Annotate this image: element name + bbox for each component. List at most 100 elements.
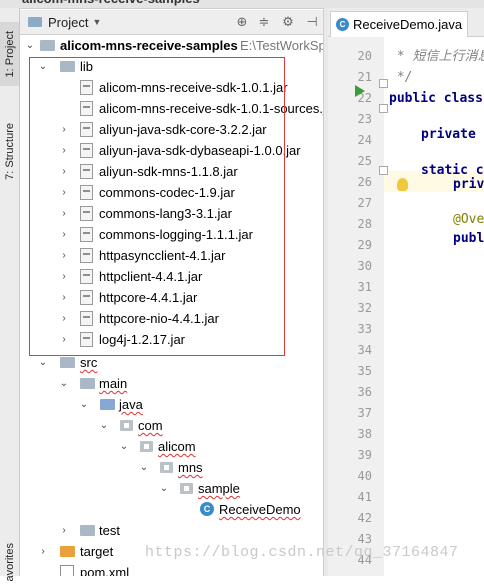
excluded-folder-icon	[60, 546, 75, 557]
jar-icon	[80, 143, 93, 158]
tree-row-jar[interactable]: › aliyun-sdk-mns-1.1.8.jar	[20, 161, 323, 182]
chevron-down-icon[interactable]: ⌄	[78, 394, 90, 415]
tree-row-jar[interactable]: › httpcore-nio-4.4.1.jar	[20, 308, 323, 329]
chevron-right-icon[interactable]: ›	[58, 224, 70, 245]
line-number: 26	[357, 175, 372, 189]
tree-row-jar[interactable]: › httpclient-4.4.1.jar	[20, 266, 323, 287]
jar-label: httpcore-nio-4.4.1.jar	[99, 311, 219, 326]
tree-row-root[interactable]: ⌄ alicom-mns-receive-samples E:\TestWork…	[20, 35, 323, 56]
chevron-down-icon[interactable]: ⌄	[158, 478, 170, 499]
tree-row-package[interactable]: ⌄ com	[20, 415, 323, 436]
chevron-down-icon[interactable]: ⌄	[118, 436, 130, 457]
fold-marker-icon[interactable]	[379, 104, 388, 113]
chevron-down-icon[interactable]: ⌄	[58, 373, 70, 394]
tree-row-class[interactable]: C ReceiveDemo	[20, 499, 323, 520]
favorites-tool-tab-label: avorites	[3, 542, 16, 582]
project-tool-tab[interactable]: 1: Project	[0, 22, 19, 86]
project-view-selector[interactable]: Project	[48, 15, 88, 30]
jar-icon	[80, 164, 93, 179]
chevron-right-icon[interactable]: ›	[58, 182, 70, 203]
project-folder-icon	[28, 17, 42, 27]
lib-folder-label: lib	[80, 59, 94, 74]
jar-icon	[80, 311, 93, 326]
line-number: 32	[357, 301, 372, 315]
line-number: 41	[357, 490, 372, 504]
code-line-27: priv	[453, 177, 484, 192]
chevron-down-icon[interactable]: ⌄	[98, 415, 110, 436]
fold-marker-icon[interactable]	[379, 79, 388, 88]
tree-row-pom[interactable]: pom.xml	[20, 562, 323, 576]
project-panel-header: Project ▼ ⊕ ≑ ⚙ ⊣	[20, 10, 323, 35]
jar-label: aliyun-java-sdk-dybaseapi-1.0.0.jar	[99, 143, 301, 158]
root-module-name: alicom-mns-receive-samples	[60, 38, 238, 53]
tree-row-java[interactable]: ⌄ java	[20, 394, 323, 415]
line-number: 25	[357, 154, 372, 168]
line-number: 20	[357, 49, 372, 63]
chevron-down-icon[interactable]: ⌄	[37, 352, 49, 373]
chevron-down-icon[interactable]: ⌄	[138, 457, 150, 478]
hide-icon[interactable]: ⊣	[304, 14, 320, 30]
fold-marker-icon[interactable]	[379, 166, 388, 175]
line-number: 38	[357, 427, 372, 441]
chevron-down-icon[interactable]: ▼	[92, 17, 101, 27]
tree-row-jar[interactable]: › aliyun-java-sdk-dybaseapi-1.0.0.jar	[20, 140, 323, 161]
tree-row-jar[interactable]: › aliyun-java-sdk-core-3.2.2.jar	[20, 119, 323, 140]
jar-label: commons-lang3-3.1.jar	[99, 206, 232, 221]
gear-icon[interactable]: ⚙	[280, 14, 296, 30]
line-number: 39	[357, 448, 372, 462]
jar-icon	[80, 332, 93, 347]
collapse-icon[interactable]: ≑	[256, 14, 272, 30]
jar-icon	[80, 101, 93, 116]
chevron-right-icon[interactable]: ›	[58, 203, 70, 224]
chevron-right-icon[interactable]: ›	[58, 266, 70, 287]
structure-tool-tab[interactable]: 7: Structure	[0, 108, 19, 194]
jar-icon	[80, 227, 93, 242]
tree-row-jar[interactable]: › commons-lang3-3.1.jar	[20, 203, 323, 224]
chevron-down-icon[interactable]: ⌄	[24, 35, 36, 56]
tree-row-test[interactable]: › test	[20, 520, 323, 541]
jar-icon	[80, 206, 93, 221]
line-number: 22	[357, 91, 372, 105]
code-editor: C ReceiveDemo.java 20 21 22 23 24 25 26 …	[328, 8, 484, 576]
line-number: 34	[357, 343, 372, 357]
favorites-tool-tab[interactable]: avorites	[0, 540, 19, 584]
chevron-right-icon[interactable]: ›	[58, 308, 70, 329]
globe-icon[interactable]: ⊕	[234, 14, 250, 30]
source-folder-icon	[100, 399, 115, 410]
tree-row-jar[interactable]: › commons-codec-1.9.jar	[20, 182, 323, 203]
chevron-right-icon[interactable]: ›	[37, 541, 49, 562]
tree-row-jar[interactable]: › httpasyncclient-4.1.jar	[20, 245, 323, 266]
chevron-right-icon[interactable]: ›	[58, 161, 70, 182]
chevron-right-icon[interactable]: ›	[58, 287, 70, 308]
tree-row-jar[interactable]: alicom-mns-receive-sdk-1.0.1-sources.jar	[20, 98, 323, 119]
tree-row-jar[interactable]: alicom-mns-receive-sdk-1.0.1.jar	[20, 77, 323, 98]
tree-row-jar[interactable]: › httpcore-4.4.1.jar	[20, 287, 323, 308]
intention-bulb-icon[interactable]	[397, 178, 408, 191]
tree-row-package[interactable]: ⌄ alicom	[20, 436, 323, 457]
line-number: 30	[357, 259, 372, 273]
tree-row-package[interactable]: ⌄ sample	[20, 478, 323, 499]
run-gutter-icon[interactable]	[355, 85, 365, 97]
tree-row-jar[interactable]: › commons-logging-1.1.1.jar	[20, 224, 323, 245]
chevron-right-icon[interactable]: ›	[58, 520, 70, 541]
chevron-right-icon[interactable]: ›	[58, 140, 70, 161]
project-tree: ⌄ alicom-mns-receive-samples E:\TestWork…	[20, 35, 323, 576]
tree-row-jar[interactable]: › log4j-1.2.17.jar	[20, 329, 323, 350]
tree-row-main[interactable]: ⌄ main	[20, 373, 323, 394]
module-folder-icon	[40, 40, 55, 51]
chevron-right-icon[interactable]: ›	[58, 245, 70, 266]
tree-row-lib[interactable]: ⌄ lib	[20, 56, 323, 77]
folder-icon	[60, 357, 75, 368]
src-folder-label: src	[80, 355, 98, 370]
chevron-right-icon[interactable]: ›	[58, 119, 70, 140]
tree-row-package[interactable]: ⌄ mns	[20, 457, 323, 478]
chevron-right-icon[interactable]: ›	[58, 329, 70, 350]
line-number: 36	[357, 385, 372, 399]
package-label: com	[138, 418, 163, 433]
chevron-down-icon[interactable]: ⌄	[37, 56, 49, 77]
editor-tab-receivedemo[interactable]: C ReceiveDemo.java	[330, 11, 468, 37]
code-line-21: */	[389, 70, 413, 85]
jar-label: aliyun-sdk-mns-1.1.8.jar	[99, 164, 238, 179]
code-line-30: publ	[453, 231, 484, 246]
tree-row-src[interactable]: ⌄ src	[20, 352, 323, 373]
